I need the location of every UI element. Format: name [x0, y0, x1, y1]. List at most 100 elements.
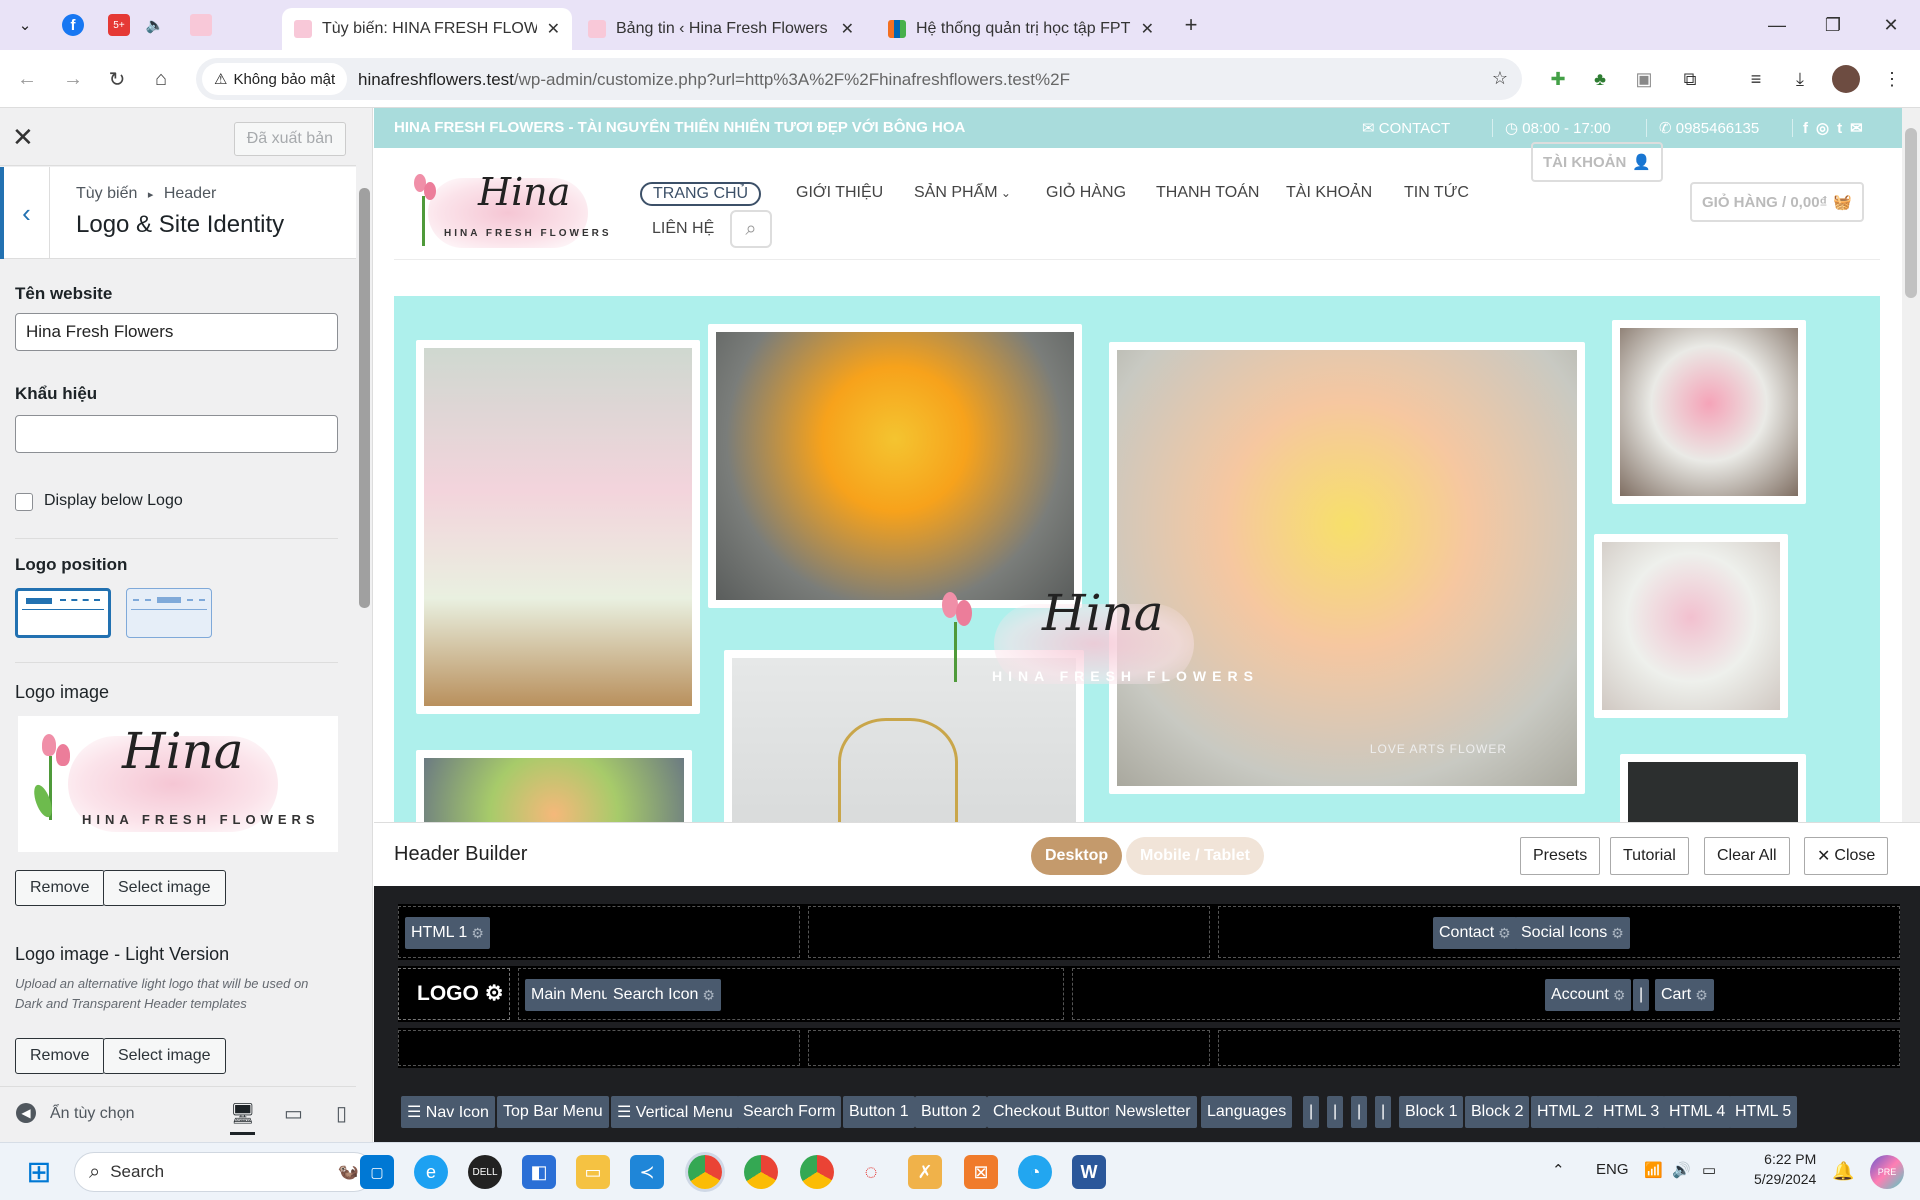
drop-zone-bottom-left[interactable] [398, 1030, 800, 1066]
edge-icon[interactable]: e [414, 1155, 448, 1189]
close-window-icon[interactable]: ✕ [1876, 10, 1906, 40]
media-control-icon[interactable]: ≡ [1742, 65, 1770, 93]
available-element-chip[interactable]: ☰ Vertical Menu [611, 1096, 739, 1128]
url-text[interactable]: hinafreshflowers.test/wp-admin/customize… [358, 70, 1070, 90]
windows-start-icon[interactable]: ⊞ [22, 1155, 56, 1189]
chrome-icon[interactable] [744, 1155, 778, 1189]
wifi-icon[interactable]: 📶 [1644, 1161, 1663, 1179]
available-element-chip[interactable]: Block 1 [1399, 1096, 1464, 1128]
builder-item-contact[interactable]: Contact ⚙ [1433, 917, 1517, 949]
taskbar-search[interactable]: ⌕ Search 🦦 [74, 1152, 374, 1192]
app-tool-icon[interactable]: ✗ [908, 1155, 942, 1189]
nav-gioi-thieu[interactable]: GIỚI THIỆU [796, 184, 883, 202]
home-icon[interactable]: ⌂ [146, 64, 176, 94]
available-element-chip[interactable]: | [1327, 1096, 1344, 1128]
volume-icon[interactable]: 🔊 [1672, 1161, 1691, 1179]
drop-zone-main-right[interactable]: Account ⚙ | Cart ⚙ [1072, 968, 1900, 1020]
drop-zone-top-right[interactable]: Contact ⚙ Social Icons ⚙ [1218, 906, 1900, 958]
word-icon[interactable]: W [1072, 1155, 1106, 1189]
available-element-chip[interactable]: Newsletter [1109, 1096, 1197, 1128]
extension-add-icon[interactable]: ✚ [1544, 65, 1572, 93]
builder-item-divider[interactable]: | [1633, 979, 1650, 1011]
display-below-logo-checkbox[interactable] [15, 493, 33, 511]
cart-button[interactable]: GIỎ HÀNG / 0,00₫ 🧺 [1690, 182, 1864, 222]
available-element-chip[interactable]: Button 1 [843, 1096, 915, 1128]
notification-bell-icon[interactable]: 🔔 [1832, 1161, 1854, 1182]
new-tab-icon[interactable]: + [1176, 10, 1206, 40]
profile-avatar[interactable] [1832, 65, 1860, 93]
chrome-active-icon[interactable] [688, 1155, 722, 1189]
close-customizer-icon[interactable]: ✕ [12, 122, 34, 153]
hina-favicon-icon[interactable] [190, 14, 212, 36]
drop-zone-main-left[interactable]: Main Menu Search Icon ⚙ [518, 968, 1064, 1020]
builder-item-social-icons[interactable]: Social Icons ⚙ [1515, 917, 1630, 949]
chrome-profile-icon[interactable] [800, 1155, 834, 1189]
mobile-tablet-tab[interactable]: Mobile / Tablet [1126, 837, 1264, 875]
drop-zone-bottom-center[interactable] [808, 1030, 1210, 1066]
drop-zone-bottom-right[interactable] [1218, 1030, 1900, 1066]
scrollbar-thumb[interactable] [1905, 128, 1917, 298]
available-element-chip[interactable]: HTML 2 [1531, 1096, 1600, 1128]
dell-icon[interactable]: DELL [468, 1155, 502, 1189]
clear-all-button[interactable]: Clear All [1704, 837, 1790, 875]
logo-image-preview[interactable]: Hina HINA FRESH FLOWERS [18, 716, 338, 852]
available-element-chip[interactable]: Block 2 [1465, 1096, 1530, 1128]
extension-tree-icon[interactable]: ♣ [1586, 65, 1614, 93]
browser-menu-icon[interactable]: ⋮ [1878, 65, 1906, 93]
twitter-icon[interactable]: t [1837, 120, 1850, 137]
extensions-puzzle-icon[interactable]: ⧉ [1676, 65, 1704, 93]
close-tab-icon[interactable]: ✕ [1141, 19, 1154, 39]
desktop-tab[interactable]: Desktop [1031, 837, 1123, 875]
drop-zone-logo[interactable]: LOGO ⚙ [398, 968, 510, 1020]
select-light-logo-image-button[interactable]: Select image [103, 1038, 226, 1074]
desktop-preview-icon[interactable]: 🖥 [230, 1101, 256, 1135]
gear-icon[interactable]: ⚙ [1611, 925, 1624, 942]
remove-light-logo-button[interactable]: Remove [15, 1038, 105, 1074]
presets-button[interactable]: Presets [1520, 837, 1601, 875]
builder-item-main-menu[interactable]: Main Menu [525, 979, 617, 1011]
tablet-preview-icon[interactable]: ▭ [284, 1101, 303, 1126]
builder-item-cart[interactable]: Cart ⚙ [1655, 979, 1714, 1011]
sidebar-scrollbar[interactable] [356, 168, 372, 1088]
bookmark-star-icon[interactable]: ☆ [1486, 64, 1514, 92]
available-element-chip[interactable]: Checkout Button [987, 1096, 1118, 1128]
address-bar[interactable]: ⚠ Không bảo mật hinafreshflowers.test/wp… [196, 58, 1522, 100]
scrollbar-thumb[interactable] [359, 188, 370, 608]
remove-logo-button[interactable]: Remove [15, 870, 105, 906]
back-chevron-icon[interactable]: ‹ [0, 167, 50, 259]
tutorial-button[interactable]: Tutorial [1610, 837, 1689, 875]
search-icon[interactable]: ⌕ [730, 210, 772, 248]
security-chip[interactable]: ⚠ Không bảo mật [202, 63, 348, 95]
facebook-icon[interactable]: f [1803, 120, 1816, 137]
tagline-input[interactable] [15, 415, 338, 453]
mobile-preview-icon[interactable]: ▯ [336, 1101, 347, 1126]
logo-position-left-option[interactable] [15, 588, 111, 638]
available-element-chip[interactable]: Search Form [737, 1096, 842, 1128]
gear-icon[interactable]: ⚙ [485, 982, 504, 1005]
gear-icon[interactable]: ⚙ [1498, 925, 1511, 942]
xampp-icon[interactable]: ⊠ [964, 1155, 998, 1189]
app-ring-icon[interactable]: ◌ [854, 1155, 888, 1189]
available-element-chip[interactable]: HTML 5 [1729, 1096, 1798, 1128]
tab-customizer[interactable]: Tùy biến: HINA FRESH FLOWERS ✕ [282, 8, 572, 50]
language-indicator[interactable]: ENG [1596, 1161, 1629, 1178]
extension-grey-icon[interactable]: ▣ [1630, 65, 1658, 93]
instagram-icon[interactable]: ◎ [1816, 120, 1837, 137]
clock[interactable]: 6:22 PM 5/29/2024 [1754, 1149, 1816, 1189]
builder-item-logo[interactable]: LOGO ⚙ [417, 981, 504, 1006]
nav-lien-he[interactable]: LIÊN HỆ [652, 220, 714, 238]
logo-position-center-option[interactable] [126, 588, 212, 638]
site-title-input[interactable]: Hina Fresh Flowers [15, 313, 338, 351]
gear-icon[interactable]: ⚙ [702, 987, 715, 1004]
available-element-chip[interactable]: Top Bar Menu [497, 1096, 609, 1128]
builder-item-html-1[interactable]: HTML 1 ⚙ [405, 917, 490, 949]
forward-icon[interactable]: → [58, 64, 88, 94]
gear-icon[interactable]: ⚙ [1613, 987, 1626, 1004]
published-button[interactable]: Đã xuất bản [233, 122, 346, 156]
tab-fpt[interactable]: Hệ thống quản trị học tập FPT Polytechni… [876, 8, 1166, 50]
site-logo[interactable]: Hina HINA FRESH FLOWERS [404, 168, 609, 254]
available-element-chip[interactable]: | [1375, 1096, 1392, 1128]
app-bird-icon[interactable]: ◔ [1018, 1155, 1052, 1189]
vscode-icon[interactable]: ≺ [630, 1155, 664, 1189]
nav-tai-khoan[interactable]: TÀI KHOẢN [1286, 184, 1372, 202]
